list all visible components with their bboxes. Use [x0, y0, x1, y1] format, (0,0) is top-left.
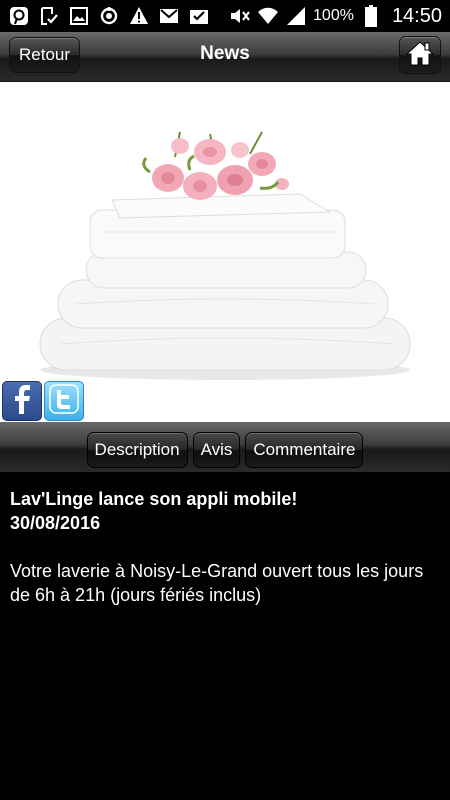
- home-button[interactable]: [399, 36, 441, 74]
- image-icon: [68, 5, 90, 27]
- signal-icon: [285, 5, 307, 27]
- gmail-icon: [158, 5, 180, 27]
- article-headline: Lav'Linge lance son appli mobile!: [10, 489, 298, 509]
- tab-bar: Description Avis Commentaire: [0, 422, 450, 472]
- inbox-check-icon: [188, 5, 210, 27]
- article-body: Votre laverie à Noisy-Le-Grand ouvert to…: [10, 561, 424, 605]
- sync-icon: [98, 5, 120, 27]
- pinterest-icon: [8, 5, 30, 27]
- article-date: 30/08/2016: [10, 513, 101, 533]
- mute-icon: [229, 5, 251, 27]
- battery-percent: 100%: [313, 7, 354, 24]
- battery-icon: [360, 5, 382, 27]
- warning-icon: [128, 5, 150, 27]
- nav-bar: Retour News: [0, 32, 450, 82]
- status-bar: 100% 14:50: [0, 0, 450, 32]
- article-content: Lav'Linge lance son appli mobile! 30/08/…: [10, 487, 440, 607]
- wifi-icon: [257, 5, 279, 27]
- home-icon: [405, 40, 435, 71]
- tab-description[interactable]: Description: [86, 432, 188, 468]
- back-button[interactable]: Retour: [9, 37, 80, 73]
- social-share: [2, 381, 84, 421]
- facebook-icon: [10, 384, 34, 419]
- download-check-icon: [38, 5, 60, 27]
- clock: 14:50: [391, 4, 442, 27]
- tab-avis[interactable]: Avis: [192, 432, 241, 468]
- tab-commentaire[interactable]: Commentaire: [245, 432, 364, 468]
- twitter-icon: [48, 383, 80, 420]
- news-image: [0, 82, 450, 422]
- twitter-button[interactable]: [44, 381, 84, 421]
- facebook-button[interactable]: [2, 381, 42, 421]
- notification-icons: [8, 5, 210, 27]
